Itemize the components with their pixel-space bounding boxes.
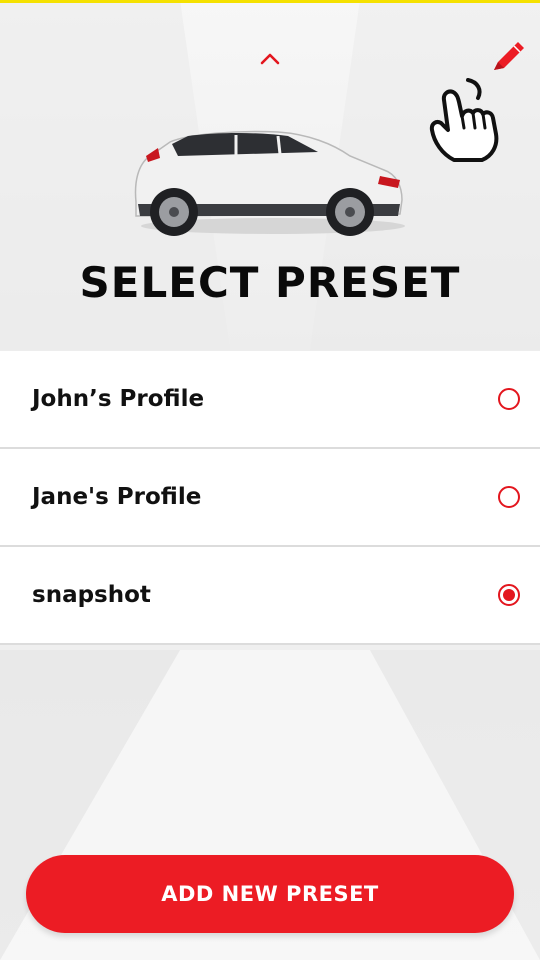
preset-list: John’s Profile Jane's Profile snapshot <box>0 351 540 645</box>
radio-button[interactable] <box>498 486 520 508</box>
edit-button[interactable] <box>486 34 530 78</box>
preset-label: Jane's Profile <box>32 484 202 510</box>
preset-row-johns-profile[interactable]: John’s Profile <box>0 351 540 449</box>
preset-row-janes-profile[interactable]: Jane's Profile <box>0 449 540 547</box>
radio-selected-dot <box>503 589 515 601</box>
vehicle-image <box>134 130 405 236</box>
radio-button[interactable] <box>498 388 520 410</box>
page-title: SELECT PRESET <box>79 258 461 307</box>
chevron-up-icon <box>260 53 280 65</box>
pointing-hand-icon <box>429 78 499 162</box>
add-new-preset-button[interactable]: ADD NEW PRESET <box>26 855 514 933</box>
collapse-button[interactable] <box>252 44 288 74</box>
pencil-icon <box>494 42 524 70</box>
preset-row-snapshot[interactable]: snapshot <box>0 547 540 645</box>
preset-label: snapshot <box>32 582 151 608</box>
top-accent-strip <box>0 0 540 3</box>
radio-button-selected[interactable] <box>498 584 520 606</box>
preset-label: John’s Profile <box>32 386 205 412</box>
